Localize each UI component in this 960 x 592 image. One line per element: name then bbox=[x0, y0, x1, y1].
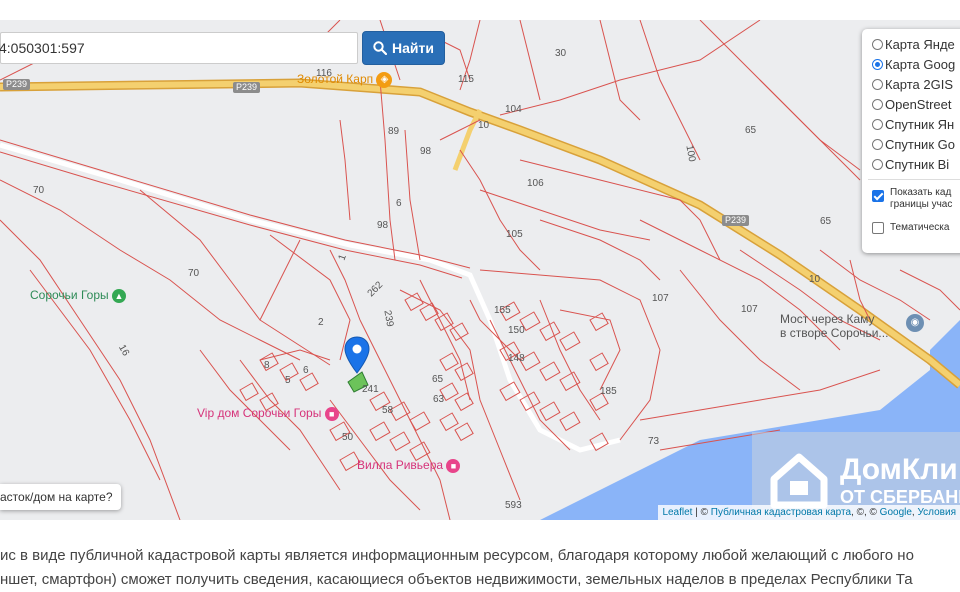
poi-bridge[interactable]: Мост через Каму в створе Сорочьи... bbox=[780, 312, 888, 340]
parcel-label: 185 bbox=[600, 386, 617, 397]
parcel-label: 148 bbox=[508, 353, 525, 364]
parcel-label: 58 bbox=[382, 405, 394, 416]
parcel-label: 89 bbox=[388, 126, 400, 137]
overlay-cadastral-borders[interactable]: Показать кад границы учас bbox=[872, 187, 952, 211]
parcel-label: 98 bbox=[420, 146, 432, 157]
map-attribution: Leaflet | © Публичная кадастровая карта,… bbox=[658, 505, 960, 520]
parcel-label: 73 bbox=[648, 436, 660, 447]
search-icon bbox=[373, 41, 388, 55]
parcel-label: 107 bbox=[741, 304, 758, 315]
cadastral-map[interactable]: 116 115 30 104 10 89 98 65 100 70 6 106 … bbox=[0, 20, 960, 520]
restaurant-icon: ◈ bbox=[376, 72, 393, 88]
radio-button[interactable] bbox=[872, 39, 883, 50]
checkbox-checked[interactable] bbox=[872, 190, 884, 202]
location-marker-icon[interactable] bbox=[344, 336, 370, 374]
parcel-label: 30 bbox=[555, 48, 567, 59]
radio-button[interactable] bbox=[872, 119, 883, 130]
parcel-label: 8 bbox=[264, 360, 270, 371]
parcel-label: 593 bbox=[505, 500, 522, 511]
parcel-label: 241 bbox=[362, 384, 379, 395]
parcel-label: 150 bbox=[508, 325, 525, 336]
layers-control: Карта Янде Карта Goog Карта 2GIS OpenStr… bbox=[862, 29, 960, 253]
road-shield: P239 bbox=[722, 215, 750, 226]
find-on-map-help-button[interactable]: асток/дом на карте? bbox=[0, 484, 121, 510]
parcel-label: 105 bbox=[506, 229, 523, 240]
parcel-label: 70 bbox=[33, 185, 45, 196]
layer-option-2gis-map[interactable]: Карта 2GIS bbox=[872, 77, 953, 92]
parcel-label: 2 bbox=[318, 317, 324, 328]
radio-button-selected[interactable] bbox=[872, 59, 883, 70]
parcel-label: 65 bbox=[432, 374, 444, 385]
search-button-label: Найти bbox=[392, 40, 434, 56]
poi-villa[interactable]: Вилла Ривьера ■ bbox=[357, 458, 461, 473]
house-logo-icon bbox=[770, 453, 828, 508]
park-icon: ▲ bbox=[111, 288, 126, 303]
poi-sorochyi-gory[interactable]: Сорочьи Горы ▲ bbox=[30, 288, 126, 303]
parcel-label: 115 bbox=[458, 74, 474, 85]
parcel-label: 107 bbox=[652, 293, 669, 304]
radio-button[interactable] bbox=[872, 79, 883, 90]
parcel-label: 63 bbox=[433, 394, 445, 405]
parcel-label: 70 bbox=[188, 268, 200, 279]
road-shield: P239 bbox=[3, 79, 31, 90]
layer-option-google-map[interactable]: Карта Goog bbox=[872, 57, 955, 72]
parcel-label: 65 bbox=[745, 125, 757, 136]
layer-option-bing-satellite[interactable]: Спутник Bi bbox=[872, 157, 949, 172]
parcel-label: 98 bbox=[377, 220, 389, 231]
search-button[interactable]: Найти bbox=[362, 31, 445, 65]
parcel-label: 155 bbox=[494, 305, 511, 316]
layers-divider bbox=[868, 179, 960, 180]
radio-button[interactable] bbox=[872, 159, 883, 170]
search-input[interactable] bbox=[0, 34, 339, 62]
parcel-label: 10 bbox=[809, 274, 821, 285]
google-link[interactable]: Google bbox=[880, 507, 912, 518]
layer-option-yandex-satellite[interactable]: Спутник Ян bbox=[872, 117, 954, 132]
parcel-label: 65 bbox=[820, 216, 832, 227]
checkbox[interactable] bbox=[872, 222, 884, 234]
hotel-icon: ■ bbox=[324, 406, 339, 421]
parcel-label: 50 bbox=[342, 432, 354, 443]
parcel-label: 104 bbox=[505, 104, 522, 115]
poi-zolotoy-karp[interactable]: Золотой Карп ◈ bbox=[297, 72, 393, 88]
description-line-1: ис в виде публичной кадастровой карты яв… bbox=[0, 547, 914, 564]
radio-button[interactable] bbox=[872, 139, 883, 150]
page-top-strip bbox=[0, 0, 960, 20]
overlay-thematic[interactable]: Тематическа bbox=[872, 222, 949, 234]
camera-icon: ◉ bbox=[906, 314, 924, 332]
radio-button[interactable] bbox=[872, 99, 883, 110]
layer-option-openstreetmap[interactable]: OpenStreet bbox=[872, 97, 952, 112]
parcel-label: 5 bbox=[285, 375, 291, 386]
description-line-2: ншет, смартфон) сможет получить сведения… bbox=[0, 571, 913, 588]
road-shield: P239 bbox=[233, 82, 261, 93]
page-description: ис в виде публичной кадастровой карты яв… bbox=[0, 544, 960, 592]
parcel-label: 6 bbox=[303, 365, 309, 376]
layer-option-google-satellite[interactable]: Спутник Go bbox=[872, 137, 955, 152]
parcel-label: 6 bbox=[396, 198, 402, 209]
hotel-icon: ■ bbox=[446, 458, 461, 473]
terms-link[interactable]: Условия bbox=[917, 507, 956, 518]
parcel-label: 10 bbox=[478, 120, 490, 131]
leaflet-link[interactable]: Leaflet bbox=[662, 507, 692, 518]
poi-vip-dom[interactable]: Vip дом Сорочьи Горы ■ bbox=[197, 406, 339, 421]
watermark-brand: ДомКли bbox=[840, 452, 958, 486]
search-field[interactable] bbox=[0, 32, 358, 64]
parcel-label: 106 bbox=[527, 178, 544, 189]
watermark-sub: ОТ СБЕРБАНК bbox=[840, 486, 960, 507]
layer-option-yandex-map[interactable]: Карта Янде bbox=[872, 37, 955, 52]
pkk-link[interactable]: Публичная кадастровая карта bbox=[711, 507, 851, 518]
